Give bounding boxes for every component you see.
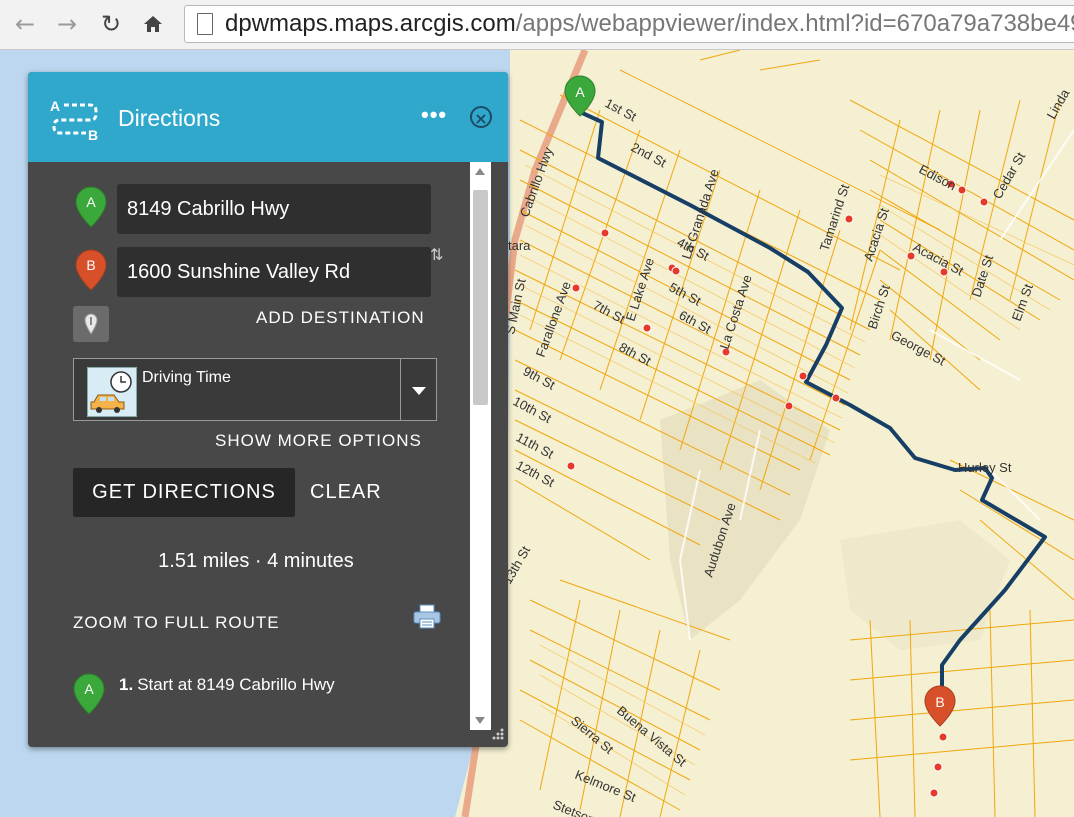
directions-icon: A B [50, 98, 98, 142]
stop-a-marker-icon[interactable]: A [74, 185, 108, 229]
more-options-icon[interactable]: ••• [421, 102, 447, 128]
street-label: Hurley St [958, 460, 1012, 475]
resize-handle-icon[interactable] [486, 726, 506, 746]
panel-header: A B Directions ••• × [28, 72, 508, 162]
address-bar[interactable]: dpwmaps.maps.arcgis.com/apps/webappviewe… [184, 5, 1074, 43]
route-summary: 1.51 miles · 4 minutes [158, 550, 354, 572]
panel-title: Directions [118, 105, 221, 131]
url-host: dpwmaps.maps.arcgis.com [225, 10, 516, 37]
travel-mode-label: Driving Time [142, 369, 231, 386]
chevron-down-icon[interactable] [400, 359, 437, 420]
step-number: 1. [119, 675, 134, 694]
start-location-input[interactable]: 8149 Cabrillo Hwy [117, 184, 431, 234]
add-destination-link[interactable]: ADD DESTINATION [256, 308, 425, 328]
back-arrow-icon[interactable]: ← [10, 8, 40, 40]
travel-mode-select[interactable]: Driving Time [73, 358, 437, 421]
marker-label: A [575, 84, 585, 100]
browser-toolbar: ← → ↻ dpwmaps.maps.arcgis.com/apps/webap… [0, 0, 1074, 50]
map-pin-button[interactable] [73, 306, 109, 342]
scroll-up-icon[interactable] [475, 168, 485, 175]
stop-marker-label: A [86, 194, 96, 210]
zoom-to-full-route-link[interactable]: ZOOM TO FULL ROUTE [73, 613, 280, 633]
clear-button[interactable]: CLEAR [310, 468, 382, 517]
step-start-marker-icon: A [73, 673, 105, 715]
scroll-thumb[interactable] [473, 190, 488, 405]
marker-label: B [935, 694, 944, 710]
directions-panel: A B Directions ••• × A 8149 Cabrillo Hwy… [28, 72, 508, 747]
page-icon [197, 13, 213, 35]
home-icon[interactable] [138, 8, 168, 40]
close-icon[interactable]: × [470, 106, 492, 128]
show-more-options-link[interactable]: SHOW MORE OPTIONS [215, 431, 422, 451]
swap-stops-icon[interactable]: ⇅ [430, 245, 443, 264]
step-marker-label: A [84, 681, 94, 697]
svg-text:A: A [50, 98, 60, 114]
forward-arrow-icon[interactable]: → [52, 8, 82, 40]
step-instruction: Start at 8149 Cabrillo Hwy [137, 675, 335, 694]
print-icon[interactable] [412, 604, 442, 630]
destination-input[interactable]: 1600 Sunshine Valley Rd [117, 247, 431, 297]
stop-marker-label: B [86, 257, 95, 273]
reload-icon[interactable]: ↻ [96, 8, 126, 40]
pin-icon [84, 313, 98, 335]
panel-scrollbar[interactable] [470, 162, 491, 730]
stop-b-marker-icon[interactable]: B [74, 248, 108, 292]
scroll-down-icon[interactable] [475, 717, 485, 724]
url-path: /apps/webappviewer/index.html?id=670a79a… [515, 10, 1074, 37]
svg-text:B: B [88, 127, 98, 142]
direction-step[interactable]: 1. Start at 8149 Cabrillo Hwy [119, 675, 335, 695]
driving-time-icon [87, 367, 137, 417]
street-label: tara [508, 238, 531, 253]
get-directions-button[interactable]: GET DIRECTIONS [73, 468, 295, 517]
